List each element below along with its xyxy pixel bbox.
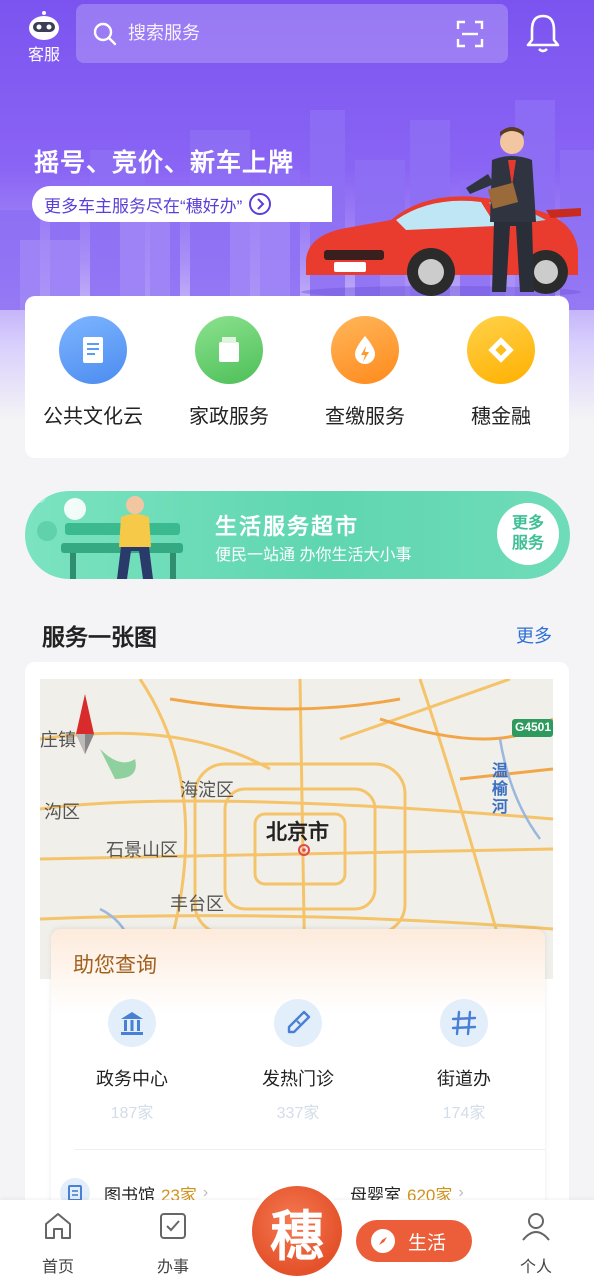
section-more-link[interactable]: 更多 — [516, 622, 552, 648]
nav-life-label: 生活 — [408, 1232, 447, 1254]
map-label-shijingshan: 石景山区 — [106, 840, 178, 860]
quick-service-label: 查缴服务 — [325, 406, 405, 428]
quick-service-payment[interactable]: 查缴服务 — [297, 316, 433, 429]
promo-link[interactable]: 更多车主服务尽在“穗好办” — [32, 186, 332, 222]
quick-service-finance[interactable]: 穗金融 — [433, 316, 569, 429]
map-label-river: 温榆河 — [492, 763, 509, 816]
nav-tasks[interactable]: 办事 — [133, 1210, 213, 1277]
life-banner-title: 生活服务超市 — [215, 514, 360, 539]
section-title: 服务一张图 — [42, 624, 157, 650]
more-services-button[interactable]: 更多 服务 — [497, 503, 559, 565]
map-label-highway: G4501 — [515, 720, 552, 734]
quick-service-culture-cloud[interactable]: 公共文化云 — [25, 316, 161, 429]
quick-service-label: 穗金融 — [471, 406, 531, 428]
nav-life-button[interactable]: 生活 — [356, 1220, 472, 1262]
robot-icon — [29, 11, 59, 40]
search-input[interactable] — [128, 23, 428, 44]
housekeeping-icon — [195, 316, 263, 384]
checkbox-icon — [160, 1213, 186, 1239]
promo-subtitle: 更多车主服务尽在“穗好办” — [44, 196, 243, 216]
thermometer-icon — [274, 999, 322, 1047]
map-label-haidian: 海淀区 — [180, 780, 234, 800]
home-icon — [45, 1213, 71, 1239]
quick-service-housekeeping[interactable]: 家政服务 — [161, 316, 297, 429]
service-map-card: 庄镇 海淀区 沟区 北京市 石景山区 丰台区 温榆河 G4501 助您查询 政务… — [25, 662, 569, 1222]
helper-item-government-center[interactable]: 政务中心 187家 — [57, 999, 207, 1123]
compass-icon — [371, 1229, 395, 1253]
more-services-line1: 更多 — [511, 515, 544, 532]
finance-coin-icon — [467, 316, 535, 384]
nav-home-label: 首页 — [41, 1259, 74, 1276]
map-label-gou: 沟区 — [44, 802, 80, 822]
helper-item-count: 174家 — [442, 1105, 486, 1122]
top-bar: 客服 — [0, 0, 594, 70]
payment-drop-icon — [331, 316, 399, 384]
sui-haoban-logo-button[interactable]: 穗 — [252, 1186, 342, 1276]
quick-service-label: 公共文化云 — [43, 406, 143, 428]
helper-item-fever-clinic[interactable]: 发热门诊 337家 — [223, 999, 373, 1123]
quick-services-card: 公共文化云 家政服务 查缴服务 穗金融 — [25, 296, 569, 458]
sui-logo-char: 穗 — [270, 1203, 324, 1268]
helper-item-count: 337家 — [276, 1105, 320, 1122]
promo-title: 摇号、竞价、新车上牌 — [34, 149, 295, 177]
life-banner-subtitle: 便民一站通 办你生活大小事 — [215, 547, 412, 564]
more-services-line2: 服务 — [511, 535, 544, 552]
divider — [75, 1149, 545, 1150]
nav-tasks-label: 办事 — [156, 1259, 189, 1276]
map-label-town: 庄镇 — [40, 730, 76, 750]
life-service-banner[interactable]: 生活服务超市 便民一站通 办你生活大小事 更多 服务 — [25, 491, 570, 579]
document-icon — [59, 316, 127, 384]
person-icon — [522, 1213, 550, 1241]
nav-profile[interactable]: 个人 — [496, 1210, 576, 1277]
bench-person-illustration — [32, 491, 183, 579]
notification-bell-icon[interactable] — [524, 12, 562, 54]
scan-icon[interactable] — [456, 20, 484, 48]
street-office-icon — [440, 999, 488, 1047]
search-bar[interactable] — [76, 4, 508, 63]
helper-item-name: 发热门诊 — [262, 1069, 334, 1089]
helper-item-name: 政务中心 — [96, 1069, 168, 1089]
search-icon — [93, 22, 117, 45]
quick-service-label: 家政服务 — [189, 406, 269, 428]
helper-item-count: 187家 — [110, 1105, 154, 1122]
customer-service-button[interactable]: 客服 — [22, 10, 66, 66]
helper-item-name: 街道办 — [437, 1069, 491, 1089]
customer-service-label: 客服 — [27, 47, 60, 64]
helper-item-street-office[interactable]: 街道办 174家 — [389, 999, 539, 1123]
map-label-city: 北京市 — [266, 821, 329, 844]
chevron-right-circle-icon — [249, 193, 272, 215]
nav-profile-label: 个人 — [519, 1259, 552, 1276]
government-building-icon — [108, 999, 156, 1047]
helper-title: 助您查询 — [73, 954, 157, 977]
nav-home[interactable]: 首页 — [18, 1210, 98, 1277]
map-label-fengtai: 丰台区 — [170, 894, 224, 914]
businessman-illustration — [466, 127, 536, 292]
